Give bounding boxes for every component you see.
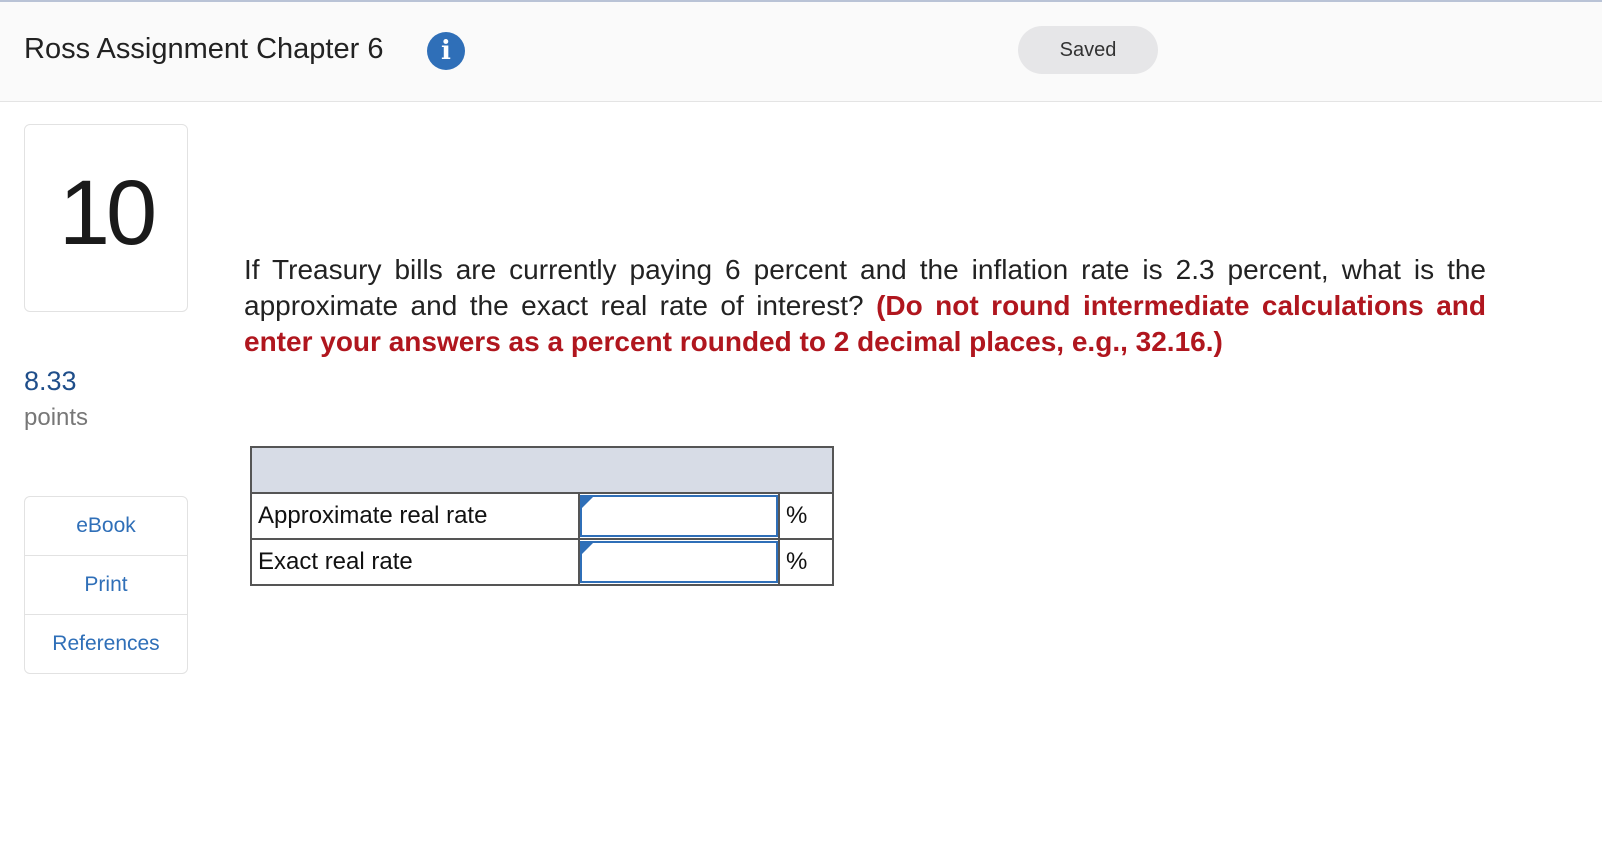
approximate-rate-input[interactable] bbox=[580, 495, 778, 537]
assignment-header: Ross Assignment Chapter 6 i Saved bbox=[0, 2, 1602, 102]
answer-table-header-cell bbox=[250, 446, 834, 494]
question-number-card: 10 bbox=[24, 124, 188, 312]
exact-rate-cell bbox=[578, 538, 780, 586]
assignment-title: Ross Assignment Chapter 6 bbox=[24, 33, 384, 65]
answer-row-exact: Exact real rate % bbox=[250, 538, 834, 586]
points-label: points bbox=[24, 404, 89, 431]
exact-rate-unit: % bbox=[778, 538, 834, 586]
question-text: If Treasury bills are currently paying 6… bbox=[244, 252, 1486, 360]
resource-links: eBook Print References bbox=[24, 496, 188, 674]
answer-table-header bbox=[250, 446, 834, 494]
references-link[interactable]: References bbox=[25, 615, 187, 673]
approximate-rate-unit: % bbox=[778, 492, 834, 540]
points-value: 8.33 bbox=[24, 366, 77, 396]
approximate-rate-label: Approximate real rate bbox=[250, 492, 580, 540]
saved-status-badge: Saved bbox=[1018, 26, 1158, 74]
print-link[interactable]: Print bbox=[25, 556, 187, 615]
info-icon[interactable]: i bbox=[427, 32, 465, 70]
exact-rate-label: Exact real rate bbox=[250, 538, 580, 586]
answer-table: Approximate real rate % Exact real rate … bbox=[250, 446, 834, 586]
exact-rate-input[interactable] bbox=[580, 541, 778, 583]
ebook-link[interactable]: eBook bbox=[25, 497, 187, 556]
approximate-rate-cell bbox=[578, 492, 780, 540]
question-number: 10 bbox=[58, 161, 157, 264]
answer-row-approximate: Approximate real rate % bbox=[250, 492, 834, 540]
